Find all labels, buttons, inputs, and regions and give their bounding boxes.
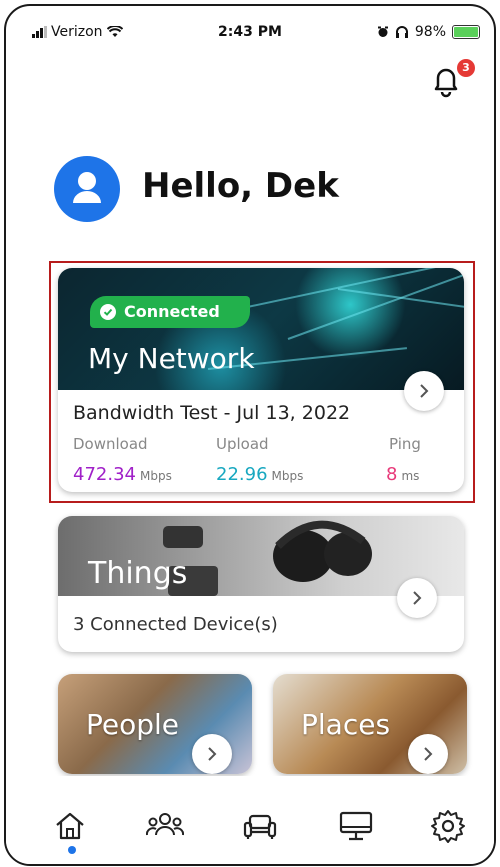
- download-label: Download: [73, 435, 148, 453]
- network-title: My Network: [88, 342, 255, 375]
- ping-label: Ping: [389, 435, 421, 453]
- things-open-button[interactable]: [397, 578, 437, 618]
- download-metric: 472.34 Mbps: [73, 464, 172, 485]
- download-value: 472.34: [73, 464, 136, 485]
- active-tab-indicator: [68, 846, 76, 854]
- ping-metric: 8 ms: [386, 464, 419, 485]
- chevron-right-icon: [424, 747, 433, 761]
- upload-metric: 22.96 Mbps: [216, 464, 303, 485]
- upload-label: Upload: [216, 435, 269, 453]
- notification-badge: 3: [457, 59, 475, 77]
- upload-unit: Mbps: [271, 469, 304, 483]
- network-hero-image: Connected My Network: [58, 268, 464, 390]
- tab-people[interactable]: [145, 806, 185, 846]
- things-title: Things: [88, 556, 188, 591]
- home-icon: [56, 812, 84, 840]
- things-card[interactable]: Things 3 Connected Device(s): [58, 516, 464, 652]
- avatar[interactable]: [54, 156, 120, 222]
- battery-percent: 98%: [414, 24, 446, 40]
- phone-frame: Verizon 2:43 PM 98% 3 Hello, Dek Connect…: [4, 4, 496, 866]
- upload-value: 22.96: [216, 464, 268, 485]
- bandwidth-test-title: Bandwidth Test - Jul 13, 2022: [73, 402, 351, 424]
- people-icon: [145, 813, 185, 836]
- chevron-right-icon: [420, 384, 429, 398]
- places-card[interactable]: Places: [273, 674, 467, 774]
- network-card[interactable]: Connected My Network Bandwidth Test - Ju…: [58, 268, 464, 492]
- people-card[interactable]: People: [58, 674, 252, 774]
- connected-label: Connected: [124, 302, 220, 321]
- battery-icon: [452, 25, 480, 39]
- tab-home[interactable]: [50, 806, 90, 846]
- status-bar: Verizon 2:43 PM 98%: [6, 6, 494, 46]
- tab-devices[interactable]: [336, 806, 376, 846]
- alarm-icon: [377, 26, 388, 37]
- tab-settings[interactable]: [428, 806, 468, 846]
- connected-badge: Connected: [90, 296, 250, 328]
- places-title: Places: [301, 708, 391, 741]
- download-unit: Mbps: [139, 469, 172, 483]
- gear-icon: [431, 810, 465, 843]
- couch-icon: [243, 814, 277, 839]
- things-subtitle: 3 Connected Device(s): [73, 614, 278, 635]
- chevron-right-icon: [208, 747, 217, 761]
- chevron-right-icon: [413, 591, 422, 605]
- people-open-button[interactable]: [192, 734, 232, 774]
- bottom-tab-bar: [6, 776, 494, 864]
- ping-value: 8: [386, 464, 398, 485]
- network-open-button[interactable]: [404, 371, 444, 411]
- tab-things[interactable]: [240, 806, 280, 846]
- greeting-title: Hello, Dek: [142, 166, 339, 206]
- user-icon: [73, 172, 101, 203]
- check-icon: [100, 304, 116, 320]
- status-right: 98%: [377, 24, 480, 40]
- ping-unit: ms: [401, 469, 420, 483]
- headphones-icon: [395, 26, 408, 38]
- places-open-button[interactable]: [408, 734, 448, 774]
- monitor-icon: [339, 811, 373, 841]
- people-title: People: [86, 708, 180, 741]
- scroll-edge-indicator: [494, 808, 496, 866]
